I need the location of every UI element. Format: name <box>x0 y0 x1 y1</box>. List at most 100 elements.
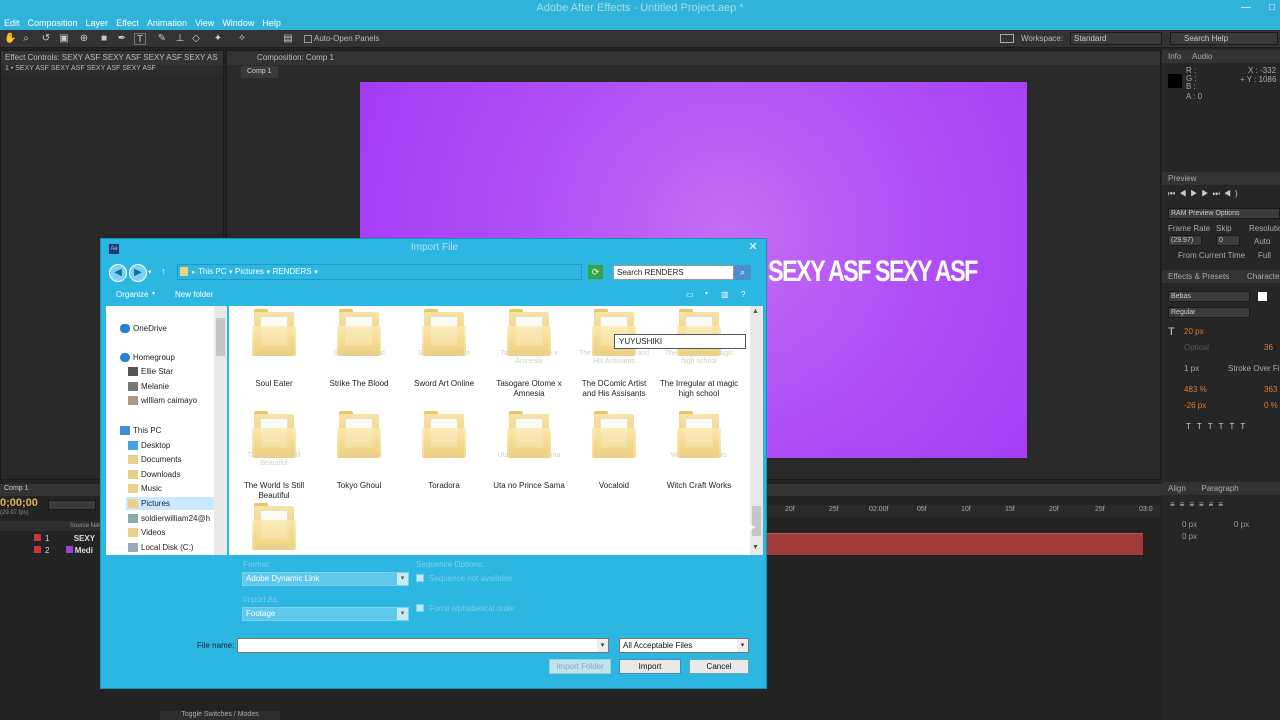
clone-tool-icon[interactable]: ⊥ <box>174 33 186 45</box>
maximize-button[interactable]: □ <box>1258 0 1280 16</box>
folder-item[interactable]: Uta no Prince Sama Uta no Prince Sama <box>493 411 565 490</box>
folder-item[interactable]: Toradora Toradora <box>408 411 480 490</box>
ram-preview-select[interactable]: RAM Preview Options <box>1168 208 1280 219</box>
nav-ellie-star[interactable]: Ellie Star <box>128 365 173 378</box>
recent-dropdown-icon[interactable]: ▾ <box>148 268 152 276</box>
search-input[interactable]: Search RENDERS <box>613 265 734 280</box>
resolution-value[interactable]: Auto <box>1254 237 1270 246</box>
nav-onedrive[interactable]: OneDrive <box>120 322 167 335</box>
time-ruler[interactable]: 20f 25f 02:00f 05f 10f 15f 20f 25f 03:0 <box>765 505 1160 517</box>
font-size-value[interactable]: 20 px <box>1184 327 1204 336</box>
font-family-select[interactable]: Bebas <box>1168 291 1250 302</box>
horizontal-scale-value[interactable]: 363 <box>1264 385 1277 394</box>
auto-open-checkbox[interactable] <box>304 35 312 43</box>
back-arrow-icon[interactable]: ◀ <box>109 264 127 282</box>
nav-videos[interactable]: Videos <box>128 526 165 539</box>
nav-documents[interactable]: Documents <box>128 453 181 466</box>
nav-music[interactable]: Music <box>128 482 162 495</box>
search-icon[interactable]: ⌕ <box>734 265 751 280</box>
folder-item[interactable]: Tokyo Ghoul Tokyo Ghoul <box>323 411 395 490</box>
timecode-display[interactable]: 0;00;00 <box>0 497 38 509</box>
format-select[interactable]: Adobe Dynamic Link ▾ <box>242 572 409 586</box>
composition-tab[interactable]: Composition: Comp 1 <box>227 51 1160 65</box>
help-icon[interactable]: ? <box>741 290 745 299</box>
folder-item[interactable]: Witch Craft Works Witch Craft Works <box>663 411 735 490</box>
nav-onedrive-account[interactable]: soldierwilliam24@h <box>128 512 210 525</box>
breadcrumb-this-pc[interactable]: This PC <box>198 267 226 276</box>
folder-item[interactable]: Tasogare Otome x Amnesia Tasogare Otome x… <box>493 309 565 398</box>
kerning-value[interactable]: Optical <box>1184 343 1209 352</box>
audio-tab[interactable]: Audio <box>1192 52 1212 61</box>
breadcrumb-pictures[interactable]: Pictures <box>235 267 264 276</box>
menu-item-effect[interactable]: Effect <box>112 16 143 30</box>
folder-icon[interactable]: ▤ <box>282 33 294 45</box>
filetype-select[interactable]: All Acceptable Files ▾ <box>619 638 749 653</box>
import-button[interactable]: Import <box>619 659 681 674</box>
leading-value[interactable]: 36 <box>1264 343 1273 352</box>
nav-scroll-thumb[interactable] <box>216 318 225 356</box>
baseline-shift-value[interactable]: -26 px <box>1184 401 1206 410</box>
brush-tool-icon[interactable]: ✎ <box>156 33 168 45</box>
zoom-tool-icon[interactable]: ⌕ <box>20 33 32 45</box>
menu-item-window[interactable]: Window <box>218 16 258 30</box>
chevron-down-icon[interactable]: ▾ <box>705 290 708 297</box>
menu-item-help[interactable]: Help <box>258 16 285 30</box>
preview-pane-icon[interactable]: ▥ <box>721 290 729 299</box>
vertical-scale-value[interactable]: 483 % <box>1184 385 1207 394</box>
tsume-value[interactable]: 0 % <box>1264 401 1278 410</box>
puppet-tool-icon[interactable]: ✧ <box>236 33 248 45</box>
indent-left[interactable]: 0 px <box>1182 520 1197 529</box>
up-arrow-icon[interactable]: ↑ <box>161 266 166 276</box>
address-bar[interactable]: ▸ This PC ▾ Pictures ▾ RENDERS ▾ <box>177 264 582 280</box>
from-current-label[interactable]: From Current Time <box>1178 251 1245 260</box>
folder-item[interactable]: Sword Art Online Sword Art Online <box>408 309 480 388</box>
nav-pictures[interactable]: Pictures <box>126 497 214 510</box>
roto-tool-icon[interactable]: ✦ <box>212 33 224 45</box>
camera-tool-icon[interactable]: ▣ <box>58 33 70 45</box>
rotate-tool-icon[interactable]: ↺ <box>40 33 52 45</box>
menu-item-layer[interactable]: Layer <box>82 16 113 30</box>
comp-subtab[interactable]: Comp 1 <box>241 66 278 78</box>
toggle-switches-modes[interactable]: Toggle Switches / Modes <box>160 711 280 720</box>
skip-select[interactable]: 0 <box>1216 235 1240 246</box>
nav-downloads[interactable]: Downloads <box>128 468 181 481</box>
layer-row[interactable]: 2 Medi <box>0 545 110 557</box>
nav-scrollbar[interactable] <box>214 306 227 555</box>
type-tool-icon[interactable]: T <box>134 33 146 45</box>
faux-style-buttons[interactable]: TTTTTT <box>1186 422 1251 431</box>
nav-homegroup[interactable]: Homegroup <box>120 351 175 364</box>
nav-william-caimayo[interactable]: william caimayo <box>128 394 197 407</box>
dialog-close-button[interactable]: ✕ <box>741 239 765 255</box>
layer-duration-bars[interactable] <box>765 533 1143 555</box>
eraser-tool-icon[interactable]: ◇ <box>190 33 202 45</box>
folder-item[interactable]: The World Is Still Beautiful The World Is… <box>238 411 310 500</box>
navigation-pane[interactable]: OneDrive Homegroup Ellie Star Melanie wi… <box>106 306 214 555</box>
pen-tool-icon[interactable]: ✒ <box>116 33 128 45</box>
preview-tab[interactable]: Preview <box>1162 172 1280 185</box>
menu-item-edit[interactable]: Edit <box>0 16 24 30</box>
font-style-select[interactable]: Regular <box>1168 307 1250 318</box>
paragraph-align-buttons[interactable]: ≡≡≡≡≡≡ <box>1170 500 1228 509</box>
nav-local-disk[interactable]: Local Disk (C:) <box>128 541 193 554</box>
indent-first[interactable]: 0 px <box>1182 532 1197 541</box>
paragraph-tab[interactable]: Paragraph <box>1201 484 1238 493</box>
preview-controls[interactable]: ⏮◀▶▶⏭◀) <box>1168 189 1242 199</box>
folder-item[interactable]: Vocaloid Vocaloid <box>578 411 650 490</box>
hand-tool-icon[interactable]: ✋ <box>4 33 16 45</box>
breadcrumb-renders[interactable]: RENDERS <box>272 267 311 276</box>
minimize-button[interactable]: — <box>1232 0 1260 16</box>
chevron-down-icon[interactable]: ▾ <box>597 639 608 652</box>
composition-text-layer[interactable]: SEXY ASF SEXY ASF <box>768 255 978 289</box>
nav-this-pc[interactable]: This PC <box>120 424 161 437</box>
sequence-checkbox[interactable] <box>416 574 424 582</box>
import-as-select[interactable]: Footage ▾ <box>242 607 409 621</box>
new-folder-button[interactable]: New folder <box>175 290 213 299</box>
menu-item-view[interactable]: View <box>191 16 218 30</box>
character-tab[interactable]: Characte <box>1247 272 1279 281</box>
info-tab[interactable]: Info <box>1168 52 1181 61</box>
organize-button[interactable]: Organize <box>116 290 148 299</box>
align-tab[interactable]: Align <box>1168 484 1186 493</box>
nav-melanie[interactable]: Melanie <box>128 380 169 393</box>
frame-rate-select[interactable]: (29.97) <box>1168 235 1202 246</box>
folder-item[interactable]: Strike The Blood Strike The Blood <box>323 309 395 388</box>
